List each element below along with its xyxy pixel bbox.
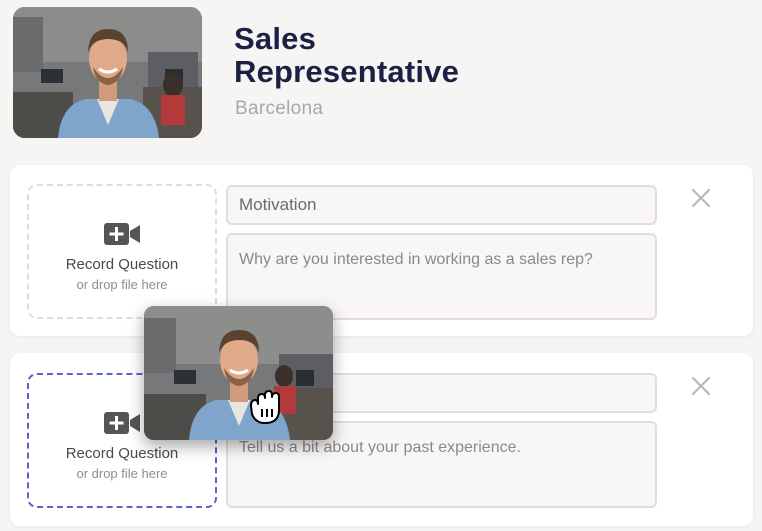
page-title: Sales Representative (234, 21, 460, 89)
video-camera-plus-icon (104, 412, 140, 434)
grab-hand-icon (250, 390, 280, 424)
video-camera-plus-icon (104, 223, 140, 245)
question-card: Record Question or drop file here (10, 353, 753, 526)
job-location: Barcelona (235, 98, 324, 119)
dropzone-subtitle: or drop file here (76, 277, 168, 292)
dropzone-title: Record Question (65, 256, 179, 273)
close-icon[interactable] (690, 375, 712, 397)
record-question-dropzone[interactable]: Record Question or drop file here (27, 184, 217, 319)
close-icon[interactable] (690, 187, 712, 209)
question-title-input[interactable] (226, 185, 657, 225)
dropzone-title: Record Question (65, 445, 179, 462)
candidate-photo (13, 7, 202, 138)
question-card: Record Question or drop file here (10, 165, 753, 336)
dropzone-subtitle: or drop file here (76, 466, 168, 481)
dragged-video-thumbnail[interactable] (144, 306, 333, 440)
